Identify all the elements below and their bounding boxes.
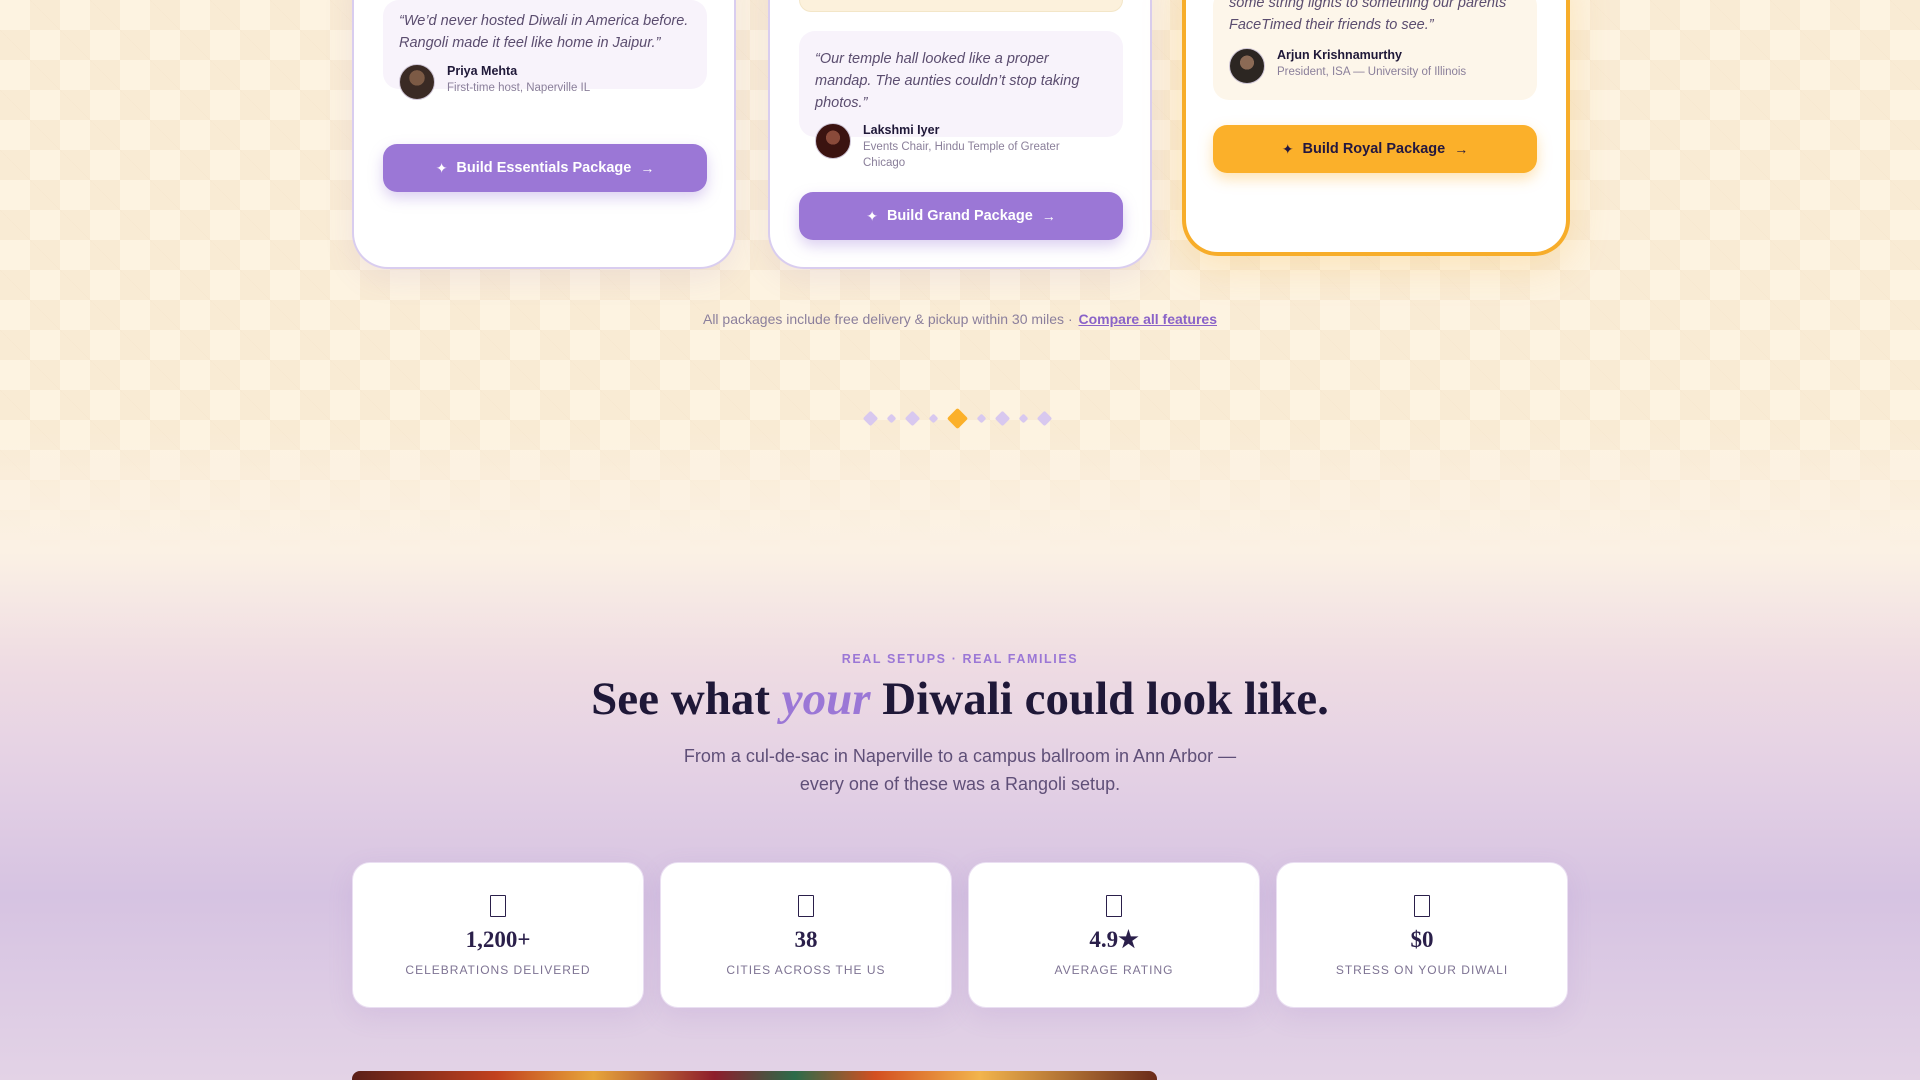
stat-value: 4.9★: [1089, 927, 1139, 952]
stat-value: $0: [1410, 927, 1434, 952]
carousel-dot[interactable]: [1036, 410, 1053, 426]
testimonial-quote: some string lights to something our pare…: [1229, 0, 1507, 33]
author-name: Lakshmi Iyer: [863, 123, 940, 137]
build-essentials-button[interactable]: ✦ Build Essentials Package →: [383, 144, 707, 192]
gallery-photo[interactable]: [352, 1071, 1157, 1080]
author-role: First-time host, Naperville IL: [447, 82, 591, 94]
section-headline: See what your Diwali could look like.: [0, 672, 1920, 726]
carousel-dot[interactable]: [886, 413, 897, 423]
stat-label: CELEBRATIONS DELIVERED: [405, 963, 591, 977]
author-name: Arjun Krishnamurthy: [1277, 48, 1403, 62]
sparkle-icon: ✦: [435, 159, 448, 176]
stat-value: 38: [794, 927, 818, 952]
arrow-right-icon: →: [1041, 208, 1056, 224]
build-royal-button[interactable]: ✦ Build Royal Package →: [1213, 125, 1537, 173]
carousel-dot[interactable]: [994, 410, 1011, 426]
package-card-royal: some string lights to something our pare…: [1182, 0, 1570, 256]
subtitle-line: every one of these was a Rangoli setup.: [799, 774, 1121, 794]
package-card-grand: “Our temple hall looked like a proper ma…: [768, 0, 1152, 269]
sparkle-icon: ✦: [866, 207, 878, 224]
testimonial-author: Arjun Krishnamurthy President, ISA — Uni…: [1229, 48, 1521, 84]
carousel-dot[interactable]: [862, 410, 879, 426]
arrow-right-icon: →: [640, 160, 655, 176]
subtitle-line: From a cul-de-sac in Naperville to a cam…: [683, 746, 1237, 766]
button-label: Build Royal Package: [1302, 141, 1446, 157]
testimonial-quote: “Our temple hall looked like a proper ma…: [815, 51, 1080, 111]
carousel-dot[interactable]: [928, 413, 939, 423]
stat-card-celebrations: 1,200+ CELEBRATIONS DELIVERED: [352, 862, 644, 1008]
avatar: [399, 64, 435, 100]
build-grand-button[interactable]: ✦ Build Grand Package →: [799, 192, 1123, 240]
feature-highlight: [799, 0, 1123, 12]
stat-label: STRESS ON YOUR DIWALI: [1335, 963, 1509, 977]
testimonial-card: some string lights to something our pare…: [1213, 0, 1537, 100]
box-icon: [1414, 895, 1430, 917]
section-subtitle: From a cul-de-sac in Naperville to a cam…: [0, 742, 1920, 798]
button-label: Build Grand Package: [886, 208, 1033, 224]
packages-note: All packages include free delivery & pic…: [0, 311, 1920, 327]
avatar: [815, 123, 851, 159]
headline-emphasis: your: [781, 673, 871, 725]
packages-note-text: All packages include free delivery & pic…: [702, 311, 1077, 327]
carousel-dot-active[interactable]: [946, 407, 969, 429]
box-icon: [490, 895, 506, 917]
testimonial-card: “Our temple hall looked like a proper ma…: [799, 31, 1123, 169]
author-role: Events Chair, Hindu Temple of Greater Ch…: [863, 141, 1060, 169]
author-role: President, ISA — University of Illinois: [1277, 66, 1467, 78]
testimonial-quote: “We’d never hosted Diwali in America bef…: [399, 13, 689, 51]
button-label: Build Essentials Package: [456, 160, 632, 176]
carousel-dot[interactable]: [1018, 413, 1029, 423]
testimonial-author: Lakshmi Iyer Events Chair, Hindu Temple …: [815, 123, 1107, 171]
box-icon: [798, 895, 814, 917]
testimonial-author: Priya Mehta First-time host, Naperville …: [399, 64, 691, 100]
stat-card-stress: $0 STRESS ON YOUR DIWALI: [1276, 862, 1568, 1008]
headline-part: See what: [591, 673, 782, 725]
stat-value: 1,200+: [465, 927, 531, 952]
stat-card-cities: 38 CITIES ACROSS THE US: [660, 862, 952, 1008]
sparkle-icon: ✦: [1281, 140, 1294, 157]
stat-label: AVERAGE RATING: [1054, 963, 1174, 977]
compare-features-link[interactable]: Compare all features: [1079, 311, 1218, 327]
carousel-dots: [860, 407, 1055, 429]
author-name: Priya Mehta: [447, 64, 518, 78]
section-eyebrow: REAL SETUPS · REAL FAMILIES: [841, 652, 1079, 666]
gallery-section: [0, 552, 1920, 1080]
box-icon: [1106, 895, 1122, 917]
stat-label: CITIES ACROSS THE US: [726, 963, 886, 977]
stat-card-rating: 4.9★ AVERAGE RATING: [968, 862, 1260, 1008]
avatar: [1229, 48, 1265, 84]
carousel-dot[interactable]: [904, 410, 921, 426]
package-card-essentials: “We’d never hosted Diwali in America bef…: [352, 0, 736, 269]
arrow-right-icon: →: [1454, 141, 1469, 157]
carousel-dot[interactable]: [976, 413, 987, 423]
headline-part: Diwali could look like.: [870, 673, 1329, 725]
testimonial-card: “We’d never hosted Diwali in America bef…: [383, 0, 707, 100]
